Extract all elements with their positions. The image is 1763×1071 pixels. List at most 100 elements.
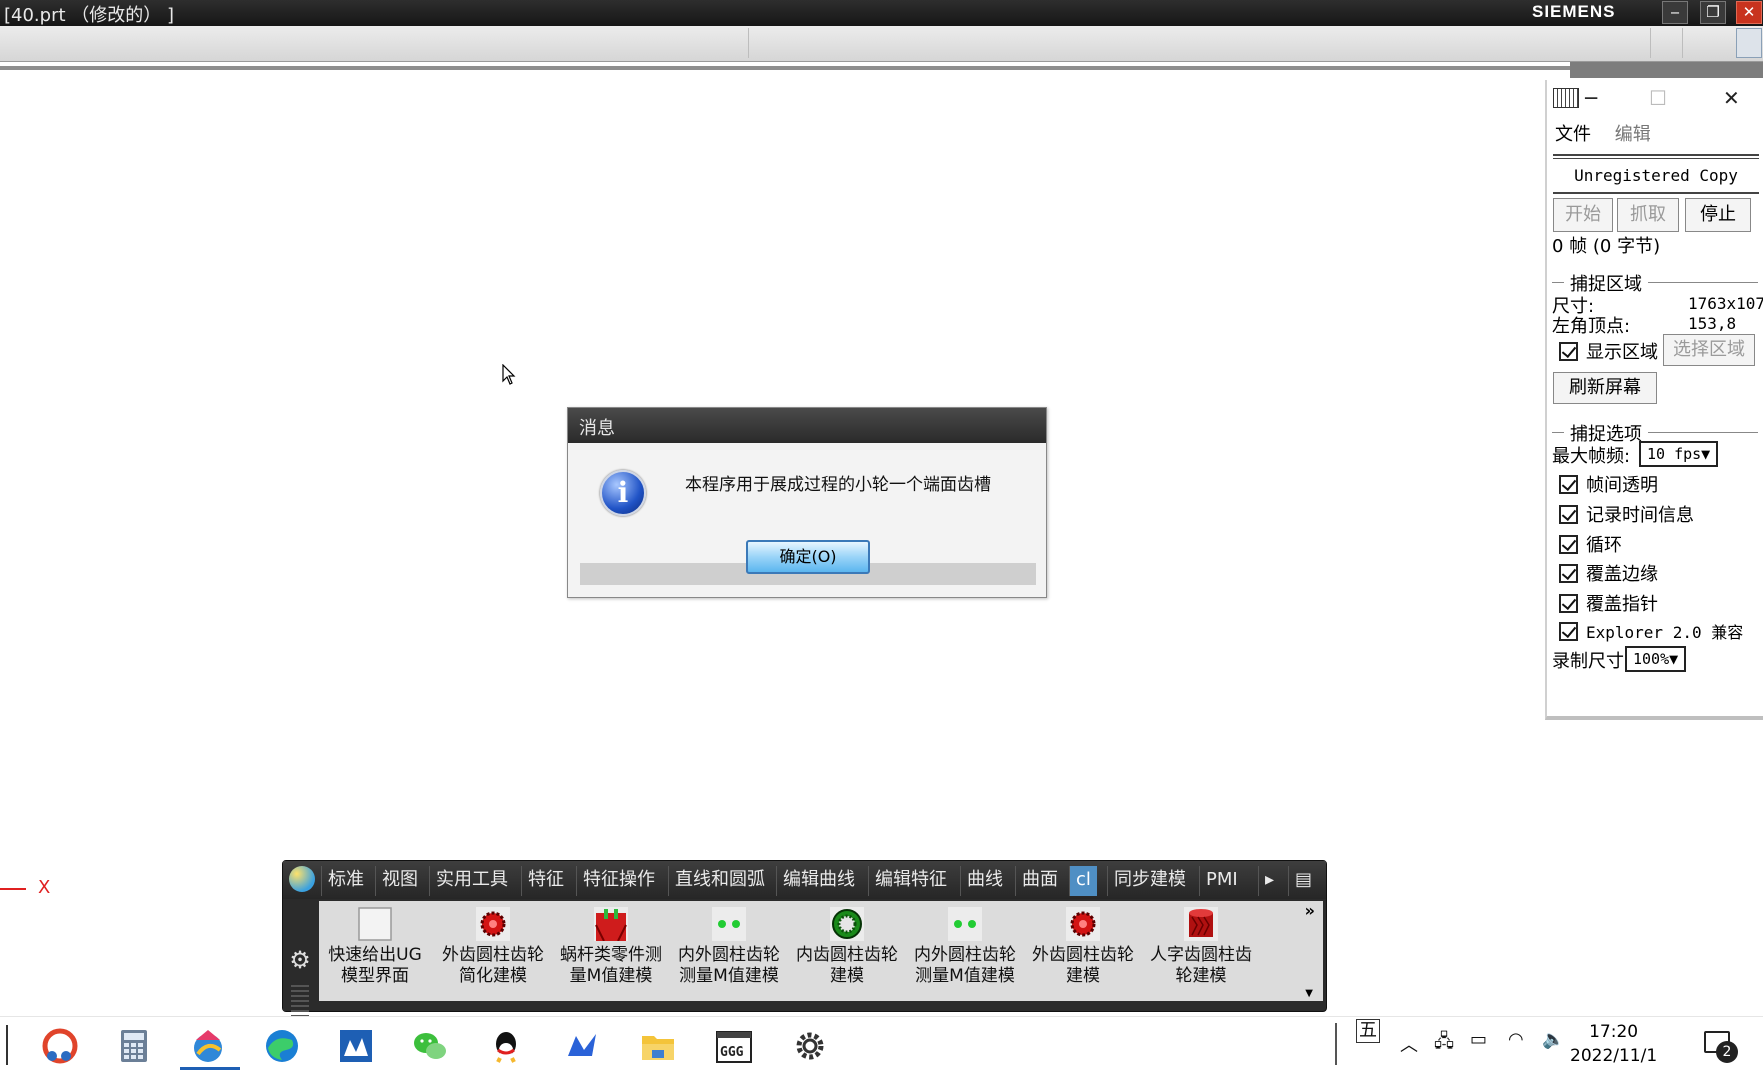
tab-standard[interactable]: 标准 [321,866,370,896]
option-explorer-compat[interactable]: Explorer 2.0 兼容 [1559,619,1743,643]
more-tools-icon[interactable]: » [1305,901,1315,920]
restore-button[interactable]: ❐ [1700,1,1726,24]
x-axis-marker [0,888,26,890]
close-button[interactable]: ✕ [1736,1,1762,24]
capture-minimize-button[interactable]: ─ [1585,86,1597,110]
toolbar-options-icon[interactable]: ▤ [1288,866,1318,896]
record-size-label: 录制尺寸 [1552,651,1624,672]
option-cover-edge[interactable]: 覆盖边缘 [1559,560,1658,586]
tool-external-gear-simplified[interactable]: 外齿圆柱齿轮 简化建模 [437,903,549,999]
clock-date: 2022/11/1 [1570,1046,1658,1066]
tool-worm-m-value[interactable]: 蜗杆类零件测 量M值建模 [555,903,667,999]
mouse-pointer-icon [502,364,516,385]
ime-indicator[interactable]: 五 [1356,1019,1380,1043]
taskbar-divider [6,1025,8,1065]
show-hidden-icons-icon[interactable]: ︿ [1400,1031,1418,1057]
show-region-checkbox[interactable]: 显示区域 [1559,338,1658,364]
wechat-icon[interactable] [410,1026,450,1066]
tool-quick-ug-model[interactable]: 快速给出UG 模型界面 [319,903,431,999]
tabs-scroll-right-icon[interactable]: ▸ [1258,866,1280,896]
tab-surfaces[interactable]: 曲面 [1015,866,1064,896]
toolbar-dropdown-icon[interactable]: ▼ [1305,988,1313,999]
capture-close-button[interactable]: ✕ [1723,86,1740,110]
start-button[interactable]: 开始 [1553,198,1613,232]
capture-menubar: 文件 编辑 [1555,120,1669,146]
settings-icon[interactable] [790,1026,830,1066]
tab-feature-ops[interactable]: 特征操作 [576,866,661,896]
option-loop[interactable]: 循环 [1559,531,1622,557]
capture-tool-titlebar: ─ ☐ ✕ [1547,80,1763,116]
dialog-title: 消息 [568,408,1046,443]
edge-icon[interactable] [262,1026,302,1066]
record-size-select[interactable]: 100%▼ [1625,646,1687,672]
stop-button[interactable]: 停止 [1685,198,1751,232]
minimize-button[interactable]: ‒ [1662,1,1688,24]
tool-int-ext-gear-m-value-2[interactable]: 内外圆柱齿轮 测量M值建模 [909,903,1021,999]
ribbon-window-icon[interactable] [1736,28,1762,58]
snipping-tool-icon[interactable] [40,1026,80,1066]
tab-cl[interactable]: cl [1069,866,1097,896]
tab-curves[interactable]: 曲线 [960,866,1009,896]
ok-button[interactable]: 确定(O) [746,540,870,574]
wifi-icon[interactable]: ◠ [1508,1029,1524,1050]
tool-internal-gear-model[interactable]: 内齿圆柱齿轮 建模 [791,903,903,999]
clock-time: 17:20 [1589,1022,1639,1042]
battery-icon[interactable]: ▭ [1470,1029,1487,1050]
tab-features[interactable]: 特征 [521,866,570,896]
option-record-time[interactable]: 记录时间信息 [1559,501,1694,527]
tool-external-gear-model[interactable]: 外齿圆柱齿轮 建模 [1027,903,1139,999]
tab-edit-curves[interactable]: 编辑曲线 [776,866,861,896]
notification-badge: 2 [1716,1041,1738,1063]
option-cover-pointer[interactable]: 覆盖指针 [1559,590,1658,616]
red-cylinder-gear-icon [1184,907,1218,941]
capture-maximize-button[interactable]: ☐ [1649,86,1667,110]
lark-icon[interactable] [562,1026,602,1066]
toolbar-tabs: 标准 视图 实用工具 特征 特征操作 直线和圆弧 编辑曲线 编辑特征 曲线 曲面… [283,861,1326,899]
green-dots-icon [948,907,982,941]
colorful-app-icon[interactable] [188,1026,228,1066]
calculator-icon[interactable] [114,1026,154,1066]
tool-herringbone-gear-model[interactable]: 人字齿圆柱齿 轮建模 [1145,903,1257,999]
grab-button[interactable]: 抓取 [1617,198,1679,232]
taskbar-clock[interactable]: 17:20 2022/11/1 [1570,1020,1657,1068]
tab-edit-features[interactable]: 编辑特征 [868,866,953,896]
nx-title-bar: [40.prt （修改的） ] SIEMENS ‒ ❐ ✕ [0,0,1763,26]
toolbar-side: ⚙ [283,899,317,1041]
volume-icon[interactable]: 🔈 [1542,1029,1564,1050]
nx-logo-icon [289,866,315,892]
file-explorer-icon[interactable] [638,1026,678,1066]
tool-int-ext-gear-m-value[interactable]: 内外圆柱齿轮 测量M值建模 [673,903,785,999]
qq-icon[interactable] [486,1026,526,1066]
tab-utilities[interactable]: 实用工具 [429,866,514,896]
tab-view[interactable]: 视图 [375,866,424,896]
menu-file[interactable]: 文件 [1555,124,1591,145]
info-icon: i [600,470,646,516]
taskbar-active-indicator [180,1067,240,1070]
green-dots-icon [712,907,746,941]
max-fps-select[interactable]: 10 fps▼ [1639,441,1719,467]
tab-pmi[interactable]: PMI [1199,866,1244,896]
size-value: 1763x1071 [1688,294,1763,313]
toolbar-gear-icon[interactable]: ⚙ [287,947,313,973]
select-region-button[interactable]: 选择区域 [1663,334,1755,366]
capture-app-icon [1553,88,1579,108]
menu-edit[interactable]: 编辑 [1615,124,1651,145]
network-status-icon[interactable]: 🖧 [1434,1029,1454,1059]
nx-cl-toolbar: 标准 视图 实用工具 特征 特征操作 直线和圆弧 编辑曲线 编辑特征 曲线 曲面… [282,860,1327,1041]
option-frame-transparent[interactable]: 帧间透明 [1559,471,1658,497]
max-fps-label: 最大帧频: [1552,446,1631,467]
svg-text:GGG: GGG [720,1045,744,1060]
tab-lines-arcs[interactable]: 直线和圆弧 [668,866,771,896]
corner-label: 左角顶点: [1552,316,1631,337]
red-gear-icon [1066,907,1100,941]
red-worm-icon [594,907,628,941]
red-gear-icon [476,907,510,941]
window-title: [40.prt （修改的） ] [4,5,174,26]
graphics-border [0,66,1700,70]
windows-taskbar: GGG 五 ︿ 🖧 ▭ ◠ 🔈 17:20 2022/11/1 2 [0,1016,1763,1071]
photo-app-icon[interactable] [336,1026,376,1066]
refresh-screen-button[interactable]: 刷新屏幕 [1553,372,1657,404]
tab-sync-modeling[interactable]: 同步建模 [1107,866,1192,896]
blank-square-icon [358,907,392,941]
ggg-capture-icon[interactable]: GGG [714,1026,754,1066]
